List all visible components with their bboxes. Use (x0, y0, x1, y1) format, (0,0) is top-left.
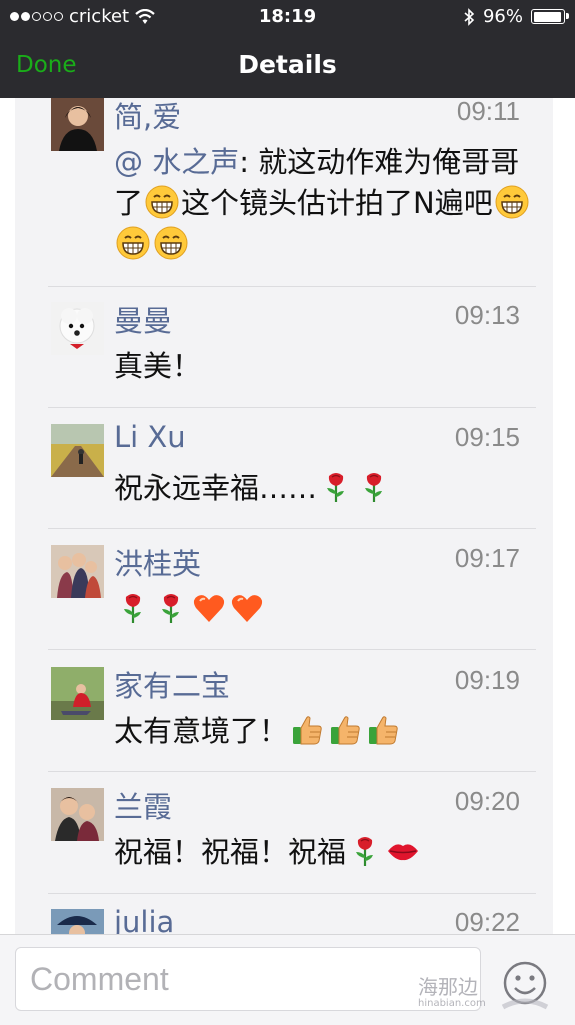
comments-scroll-area[interactable]: 简,爱 09:11 @ 水之声: 就这动作难为俺哥哥了 这个镜头估计拍了N遍吧 曼… (0, 98, 575, 934)
commenter-name[interactable]: 简,爱 (114, 98, 181, 136)
comment-item: 曼曼 09:13 真美！ (48, 298, 536, 402)
heart-emoji (230, 591, 264, 625)
divider (48, 649, 536, 650)
rose-emoji (348, 834, 382, 868)
emoji-face-icon[interactable] (497, 957, 553, 1013)
divider (48, 528, 536, 529)
battery-percent: 96% (482, 6, 523, 27)
comment-text: 太有意境了！ (114, 711, 534, 752)
avatar[interactable] (51, 98, 104, 151)
comment-text: 真美！ (114, 349, 202, 383)
avatar[interactable] (51, 667, 104, 720)
comment-input[interactable] (15, 947, 481, 1011)
page-title: Details (238, 50, 337, 79)
avatar[interactable] (51, 302, 104, 355)
bluetooth-icon (464, 7, 475, 26)
status-bar: cricket 18:19 96% (0, 0, 575, 34)
comment-text: @ 水之声: 就这动作难为俺哥哥了 这个镜头估计拍了N遍吧 (114, 142, 534, 265)
rose-emoji (116, 591, 150, 625)
commenter-name[interactable]: 洪桂英 (114, 541, 201, 583)
comment-time: 09:20 (454, 786, 520, 816)
top-header: cricket 18:19 96% Done Details (0, 0, 575, 98)
heart-emoji (192, 591, 226, 625)
divider (48, 407, 536, 408)
battery-icon (531, 9, 569, 24)
avatar[interactable] (51, 909, 104, 934)
grin-emoji (154, 226, 188, 260)
watermark: 海那边 hinabian.com (418, 975, 486, 1009)
comment-item: 洪桂英 09:17 (48, 541, 536, 645)
comment-time: 09:11 (456, 98, 520, 126)
commenter-name[interactable]: Li Xu (114, 420, 186, 454)
commenter-name[interactable]: 曼曼 (114, 298, 172, 340)
rose-emoji (154, 591, 188, 625)
comment-time: 09:22 (454, 907, 520, 934)
comment-text (114, 589, 534, 630)
thumbs-up-emoji (328, 713, 362, 747)
lips-emoji (386, 834, 420, 868)
commenter-name[interactable]: julia (114, 905, 174, 934)
comment-time: 09:15 (454, 422, 520, 452)
grin-emoji (145, 185, 179, 219)
comment-time: 09:13 (454, 300, 520, 330)
comment-item: 家有二宝 09:19 太有意境了！ (48, 663, 536, 767)
divider (48, 893, 536, 894)
comment-item: 简,爱 09:11 @ 水之声: 就这动作难为俺哥哥了 这个镜头估计拍了N遍吧 (48, 98, 536, 280)
comment-text: 祝福！祝福！祝福 (114, 832, 534, 873)
thumbs-up-emoji (290, 713, 324, 747)
rose-emoji (357, 470, 391, 504)
comment-item: 兰霞 09:20 祝福！祝福！祝福 (48, 784, 536, 888)
commenter-name[interactable]: 兰霞 (114, 784, 172, 826)
avatar[interactable] (51, 424, 104, 477)
divider (48, 771, 536, 772)
thumbs-up-emoji (366, 713, 400, 747)
battery-level-fill (533, 11, 561, 22)
rose-emoji (319, 470, 353, 504)
grin-emoji (495, 185, 529, 219)
comment-bar: 海那边 hinabian.com (0, 934, 575, 1025)
grin-emoji (116, 226, 150, 260)
comment-item: julia 09:22 (48, 905, 536, 934)
comment-text: 祝永远幸福…… (114, 468, 534, 509)
mention-link[interactable]: @ 水之声 (114, 145, 239, 179)
commenter-name[interactable]: 家有二宝 (114, 663, 230, 705)
divider (48, 286, 536, 287)
avatar[interactable] (51, 788, 104, 841)
comment-time: 09:17 (454, 543, 520, 573)
comment-time: 09:19 (454, 665, 520, 695)
avatar[interactable] (51, 545, 104, 598)
comment-item: Li Xu 09:15 祝永远幸福…… (48, 420, 536, 524)
status-right: 96% (463, 6, 569, 27)
navigation-bar: Done Details (0, 40, 575, 94)
